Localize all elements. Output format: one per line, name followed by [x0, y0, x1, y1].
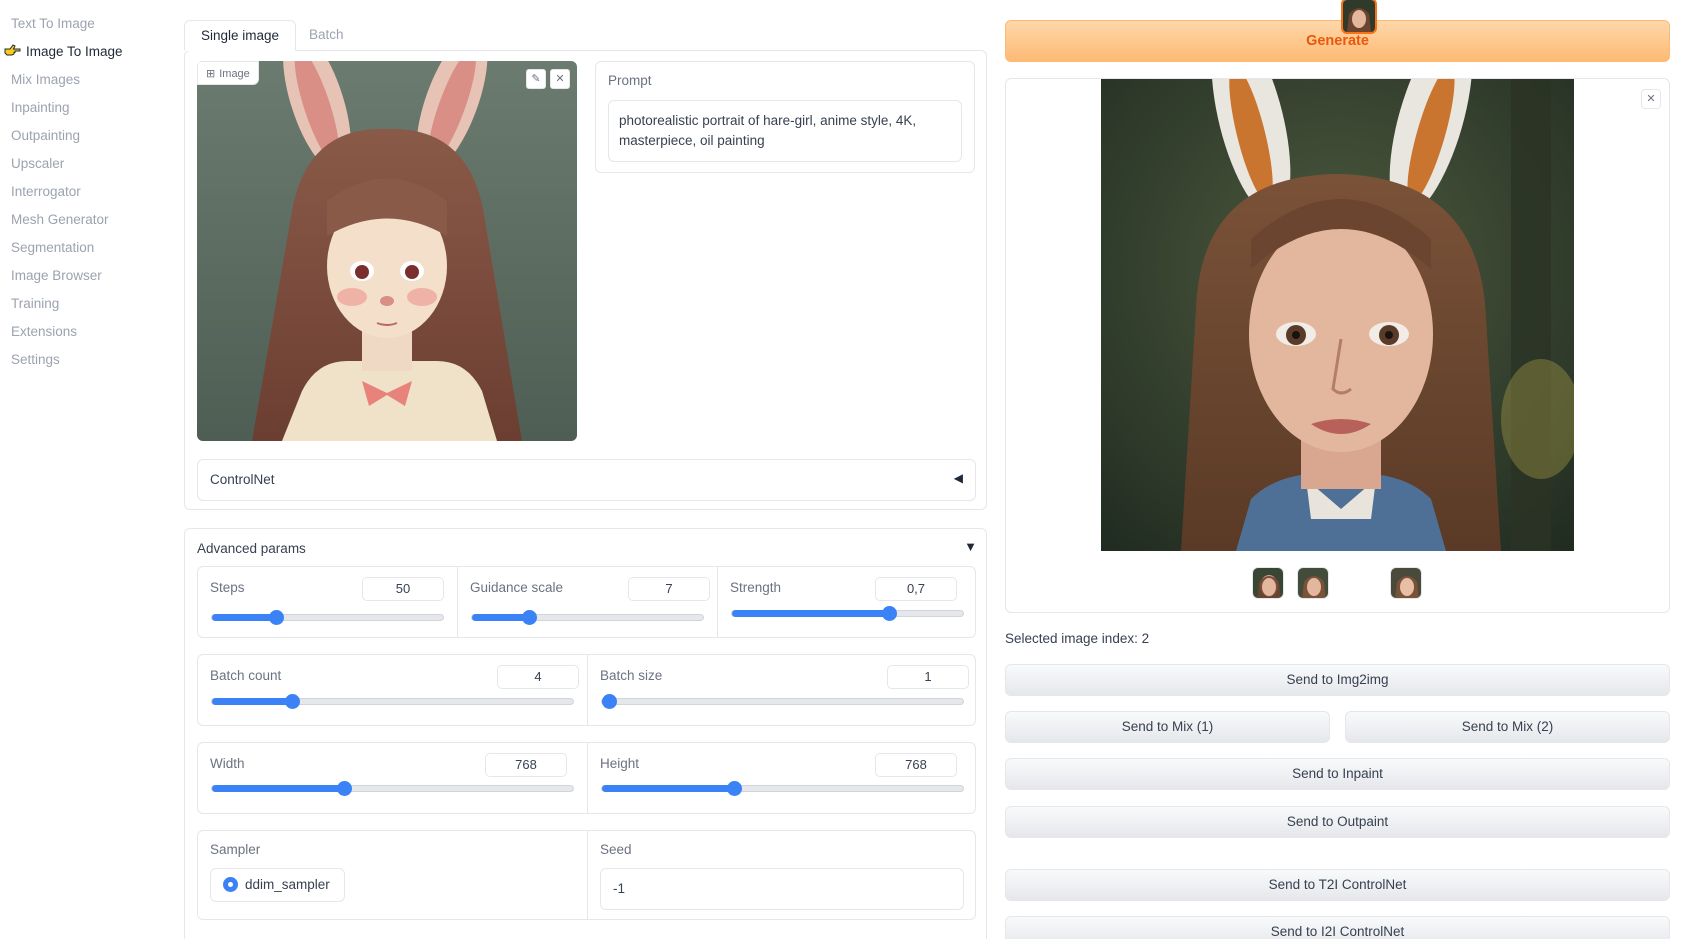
input-image-area[interactable]: ⊞ Image ✎ ✕	[197, 61, 577, 441]
sidebar-item-label: Image To Image	[26, 44, 123, 59]
generate-button[interactable]: Generate	[1005, 20, 1670, 62]
sidebar-item-label: Interrogator	[11, 184, 81, 199]
send-to-i2i-controlnet-button[interactable]: Send to I2I ControlNet	[1005, 916, 1670, 939]
height-slider-thumb[interactable]	[727, 781, 742, 796]
seed-input[interactable]: -1	[600, 868, 964, 910]
sidebar-item-inpainting[interactable]: Inpainting	[0, 96, 170, 124]
pencil-icon: ✎	[531, 73, 541, 85]
pointing-hand-icon	[4, 40, 22, 64]
selected-index-text: Selected image index: 2	[1005, 631, 1150, 646]
sidebar-item-label: Extensions	[11, 324, 78, 339]
hare-girl-photo	[1101, 79, 1574, 551]
width-slider[interactable]	[211, 781, 574, 796]
width-slider-thumb[interactable]	[337, 781, 352, 796]
strength-slider-thumb[interactable]	[882, 606, 897, 621]
send-to-inpaint-button[interactable]: Send to Inpaint	[1005, 758, 1670, 790]
steps-input[interactable]: 50	[362, 577, 444, 601]
guidance-scale-label: Guidance scale	[470, 580, 564, 595]
prompt-input[interactable]: photorealistic portrait of hare-girl, an…	[608, 100, 962, 162]
guidance-scale-input[interactable]: 7	[628, 577, 710, 601]
triangle-left-icon: ◀	[953, 471, 963, 485]
sidebar-item-label: Mix Images	[11, 72, 81, 87]
sidebar-item-label: Mesh Generator	[11, 212, 109, 227]
sidebar-nav: Text To Image Image To Image Mix Images …	[0, 12, 170, 376]
hare-girl-illustration	[197, 61, 577, 441]
tab-batch[interactable]: Batch	[293, 20, 360, 51]
gallery-thumbnail-0[interactable]	[1252, 567, 1284, 599]
steps-slider[interactable]	[211, 610, 444, 625]
advanced-params-label: Advanced params	[197, 541, 306, 556]
close-icon[interactable]: ✕	[1641, 89, 1661, 109]
width-label: Width	[210, 756, 245, 771]
steps-label: Steps	[210, 580, 245, 595]
sidebar-item-label: Outpainting	[11, 128, 81, 143]
steps-slider-thumb[interactable]	[269, 610, 284, 625]
guidance-scale-slider[interactable]	[471, 610, 704, 625]
sidebar-item-mesh-generator[interactable]: Mesh Generator	[0, 208, 170, 236]
strength-label: Strength	[730, 580, 782, 595]
batch-size-input[interactable]: 1	[887, 665, 969, 689]
sampler-option-ddim[interactable]: ddim_sampler	[210, 868, 345, 902]
seed-label: Seed	[600, 842, 632, 857]
width-input[interactable]: 768	[485, 753, 567, 777]
sidebar-item-label: Inpainting	[11, 100, 70, 115]
sidebar-item-image-browser[interactable]: Image Browser	[0, 264, 170, 292]
sidebar-item-extensions[interactable]: Extensions	[0, 320, 170, 348]
strength-slider[interactable]	[731, 606, 964, 621]
sidebar-item-label: Image Browser	[11, 268, 102, 283]
batch-count-slider-thumb[interactable]	[285, 694, 300, 709]
batch-size-slider-thumb[interactable]	[602, 694, 617, 709]
prompt-card: Prompt photorealistic portrait of hare-g…	[595, 61, 975, 173]
sidebar-item-image-to-image[interactable]: Image To Image	[0, 40, 170, 68]
sampler-label: Sampler	[210, 842, 261, 857]
triangle-down-icon[interactable]: ▼	[964, 539, 977, 554]
edit-image-button[interactable]: ✎	[526, 69, 546, 89]
close-icon: ✕	[555, 73, 565, 85]
send-to-mix-1-button[interactable]: Send to Mix (1)	[1005, 711, 1330, 743]
sidebar-item-label: Upscaler	[11, 156, 65, 171]
height-slider[interactable]	[601, 781, 964, 796]
strength-input[interactable]: 0,7	[875, 577, 957, 601]
sidebar-item-interrogator[interactable]: Interrogator	[0, 180, 170, 208]
send-to-outpaint-button[interactable]: Send to Outpaint	[1005, 806, 1670, 838]
sidebar-item-label: Settings	[11, 352, 60, 367]
gallery-thumbnail-1[interactable]	[1297, 567, 1329, 599]
image-icon: ⊞	[206, 68, 216, 80]
send-to-mix-2-button[interactable]: Send to Mix (2)	[1345, 711, 1670, 743]
controlnet-accordion[interactable]: ControlNet ◀	[197, 459, 976, 501]
controlnet-label: ControlNet	[210, 472, 275, 487]
tab-single-image[interactable]: Single image	[184, 20, 297, 51]
batch-size-slider[interactable]	[601, 694, 964, 709]
guidance-scale-slider-thumb[interactable]	[522, 610, 537, 625]
gallery-thumbnail-2[interactable]	[1341, 0, 1377, 34]
clear-image-button[interactable]: ✕	[550, 69, 570, 89]
height-label: Height	[600, 756, 640, 771]
batch-count-label: Batch count	[210, 668, 282, 683]
sidebar-item-upscaler[interactable]: Upscaler	[0, 152, 170, 180]
sidebar-item-label: Text To Image	[11, 16, 95, 31]
sidebar-item-outpainting[interactable]: Outpainting	[0, 124, 170, 152]
sampler-option-label: ddim_sampler	[245, 877, 330, 892]
steps-guidance-strength-row	[197, 566, 976, 638]
radio-selected-icon[interactable]	[223, 877, 238, 892]
batch-size-label: Batch size	[600, 668, 663, 683]
send-to-img2img-button[interactable]: Send to Img2img	[1005, 664, 1670, 696]
image-tag-label: Image	[219, 68, 250, 80]
sidebar-item-text-to-image[interactable]: Text To Image	[0, 12, 170, 40]
send-to-t2i-controlnet-button[interactable]: Send to T2I ControlNet	[1005, 869, 1670, 901]
sidebar-item-mix-images[interactable]: Mix Images	[0, 68, 170, 96]
prompt-label: Prompt	[608, 73, 652, 88]
image-tag: ⊞ Image	[197, 61, 259, 85]
height-input[interactable]: 768	[875, 753, 957, 777]
gallery-thumbnail-3[interactable]	[1390, 567, 1422, 599]
sidebar-item-training[interactable]: Training	[0, 292, 170, 320]
output-image[interactable]	[1101, 79, 1574, 551]
batch-count-input[interactable]: 4	[497, 665, 579, 689]
sidebar-item-label: Segmentation	[11, 240, 95, 255]
sidebar-item-settings[interactable]: Settings	[0, 348, 170, 376]
batch-count-slider[interactable]	[211, 694, 574, 709]
sidebar-item-label: Training	[11, 296, 60, 311]
sidebar-item-segmentation[interactable]: Segmentation	[0, 236, 170, 264]
